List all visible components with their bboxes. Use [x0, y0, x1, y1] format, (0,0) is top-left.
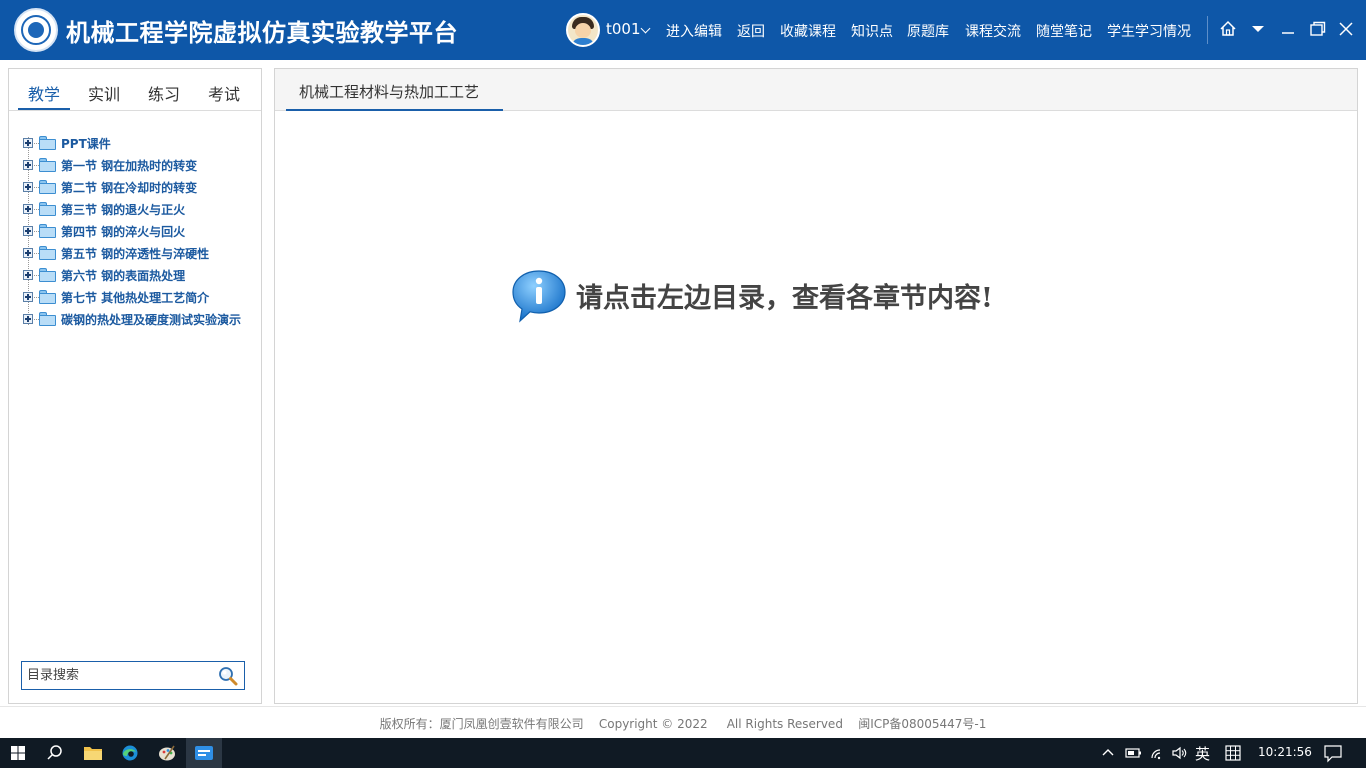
- app-title: 机械工程学院虚拟仿真实验教学平台: [66, 19, 458, 47]
- expand-icon[interactable]: [23, 248, 33, 258]
- copyright-text: 版权所有：厦门凤凰创壹软件有限公司 Copyright © 2022 All R…: [379, 717, 987, 731]
- wifi-icon[interactable]: [1148, 738, 1168, 768]
- expand-icon[interactable]: [23, 204, 33, 214]
- tree-item-label[interactable]: 第六节 钢的表面热处理: [61, 269, 185, 283]
- page-footer: 版权所有：厦门凤凰创壹软件有限公司 Copyright © 2022 All R…: [0, 706, 1366, 738]
- notification-icon[interactable]: [1320, 738, 1346, 768]
- nav-student-progress[interactable]: 学生学习情况: [1107, 21, 1191, 41]
- tab-teaching[interactable]: 教学: [28, 81, 60, 105]
- catalog-search: [21, 661, 245, 690]
- nav-course-discussion[interactable]: 课程交流: [965, 21, 1021, 41]
- input-method-indicator[interactable]: 英: [1195, 743, 1210, 764]
- content-tabs: 机械工程材料与热加工工艺: [275, 69, 1357, 111]
- os-taskbar: 英 10:21:56: [0, 738, 1366, 768]
- edge-browser-icon[interactable]: [112, 738, 148, 768]
- folder-icon: [39, 246, 56, 260]
- home-icon[interactable]: [1217, 18, 1239, 40]
- volume-icon[interactable]: [1170, 738, 1190, 768]
- keyboard-grid-icon[interactable]: [1222, 738, 1244, 768]
- windows-start-icon[interactable]: [0, 738, 36, 768]
- nav-favorite-course[interactable]: 收藏课程: [780, 21, 836, 41]
- tree-item-label[interactable]: PPT课件: [61, 137, 111, 151]
- search-input[interactable]: [22, 662, 212, 689]
- folder-icon: [39, 312, 56, 326]
- folder-icon: [39, 202, 56, 216]
- tab-training[interactable]: 实训: [88, 81, 120, 105]
- taskbar-clock[interactable]: 10:21:56: [1258, 745, 1312, 759]
- user-avatar[interactable]: [566, 13, 600, 47]
- username[interactable]: t001: [606, 20, 641, 38]
- sidebar: 教学 实训 练习 考试 PPT课件 第一节 钢在加热时的转变 第二节 钢在冷却时…: [8, 68, 262, 704]
- content-panel: 机械工程材料与热加工工艺 请点击左边目录，查看各章节内容!: [274, 68, 1358, 704]
- folder-icon: [39, 136, 56, 150]
- nav-question-bank[interactable]: 原题库: [907, 21, 949, 41]
- active-tab-indicator: [286, 109, 503, 111]
- expand-icon[interactable]: [23, 226, 33, 236]
- nav-back[interactable]: 返回: [737, 21, 765, 41]
- expand-icon[interactable]: [23, 292, 33, 302]
- tree-item-label[interactable]: 第三节 钢的退火与正火: [61, 203, 185, 217]
- tree-item-label[interactable]: 碳钢的热处理及硬度测试实验演示: [61, 313, 253, 327]
- tab-practice[interactable]: 练习: [148, 81, 180, 105]
- header-divider: [1207, 16, 1208, 44]
- search-icon[interactable]: [37, 738, 73, 768]
- active-tab-indicator: [18, 108, 70, 110]
- expand-icon[interactable]: [23, 138, 33, 148]
- battery-icon[interactable]: [1122, 738, 1144, 768]
- expand-icon[interactable]: [23, 270, 33, 280]
- tree-item-label[interactable]: 第五节 钢的淬透性与淬硬性: [61, 247, 209, 261]
- nav-enter-edit[interactable]: 进入编辑: [666, 21, 722, 41]
- info-icon: [512, 270, 566, 323]
- close-icon[interactable]: [1335, 18, 1357, 40]
- nav-knowledge-points[interactable]: 知识点: [851, 21, 893, 41]
- tree-item-label[interactable]: 第二节 钢在冷却时的转变: [61, 181, 197, 195]
- app-header: 机械工程学院虚拟仿真实验教学平台 t001 进入编辑 返回 收藏课程 知识点 原…: [0, 0, 1366, 60]
- expand-icon[interactable]: [23, 314, 33, 324]
- folder-icon: [39, 180, 56, 194]
- search-icon[interactable]: [218, 666, 238, 686]
- folder-icon: [39, 268, 56, 282]
- minimize-icon[interactable]: [1277, 18, 1299, 40]
- expand-icon[interactable]: [23, 182, 33, 192]
- expand-icon[interactable]: [23, 160, 33, 170]
- tree-item-label[interactable]: 第一节 钢在加热时的转变: [61, 159, 197, 173]
- folder-icon: [39, 290, 56, 304]
- nav-class-notes[interactable]: 随堂笔记: [1036, 21, 1092, 41]
- sidebar-tabs: 教学 实训 练习 考试: [9, 69, 261, 111]
- folder-icon: [39, 158, 56, 172]
- tree-item-label[interactable]: 第四节 钢的淬火与回火: [61, 225, 185, 239]
- tab-exam[interactable]: 考试: [208, 81, 240, 105]
- tree-item-label[interactable]: 第七节 其他热处理工艺简介: [61, 291, 209, 305]
- maximize-icon[interactable]: [1306, 18, 1328, 40]
- school-logo: [14, 8, 58, 52]
- chevron-down-icon[interactable]: [640, 23, 651, 34]
- tab-course[interactable]: 机械工程材料与热加工工艺: [299, 81, 479, 102]
- dropdown-icon[interactable]: [1247, 18, 1269, 40]
- paint-app-icon[interactable]: [149, 738, 185, 768]
- file-explorer-icon[interactable]: [75, 738, 111, 768]
- chevron-up-icon[interactable]: [1098, 738, 1118, 768]
- folder-icon: [39, 224, 56, 238]
- empty-state-message: 请点击左边目录，查看各章节内容!: [576, 283, 993, 314]
- platform-app-icon[interactable]: [186, 738, 222, 768]
